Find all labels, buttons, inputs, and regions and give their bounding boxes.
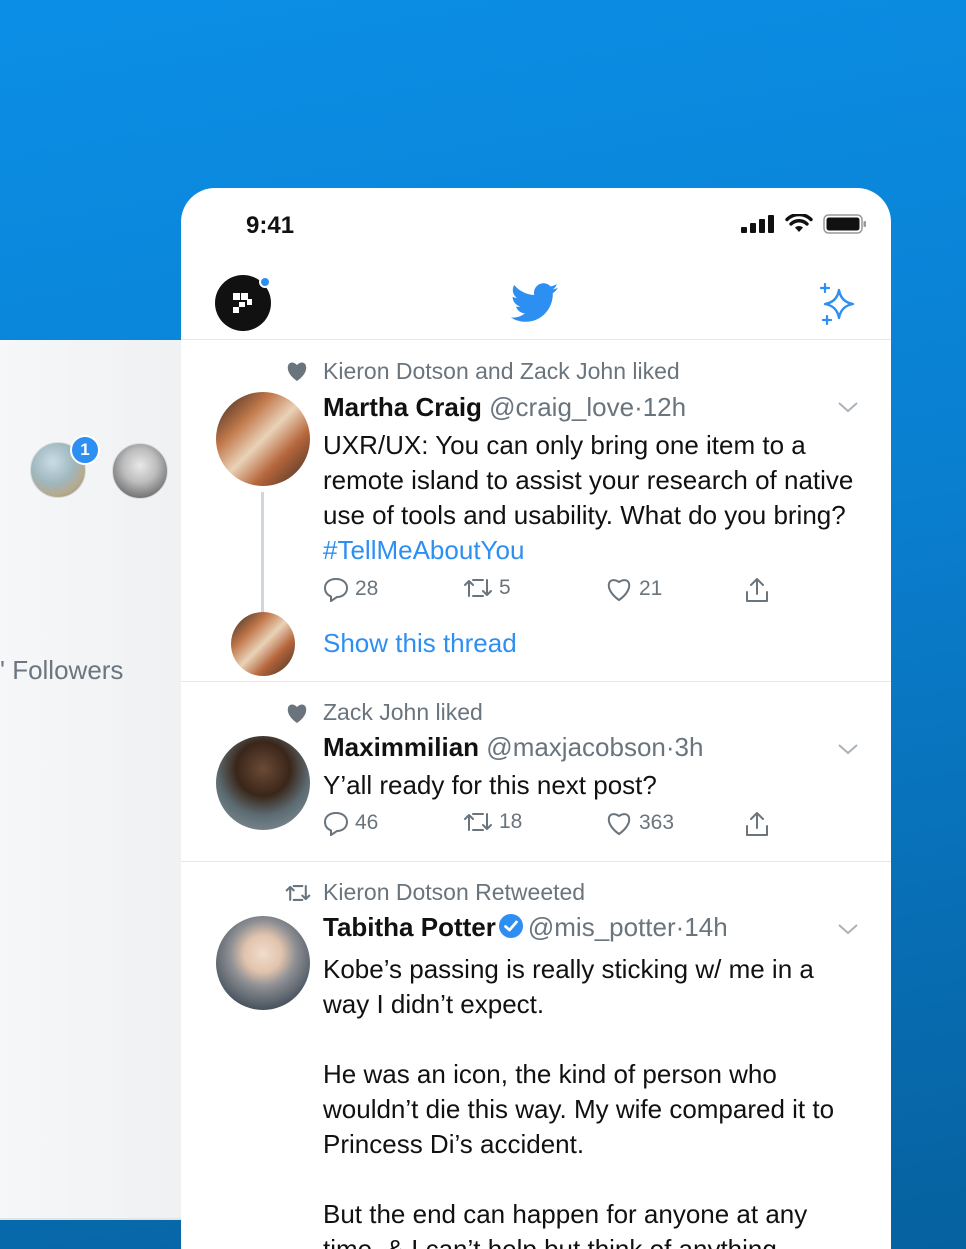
like-button[interactable]: 363: [605, 810, 674, 836]
tweet-time: ·3h: [665, 732, 704, 762]
share-icon: [746, 578, 768, 602]
tweet-paragraph: But the end can happen for anyone at any…: [323, 1199, 808, 1249]
app-header: [181, 268, 891, 340]
avatar[interactable]: [112, 443, 168, 499]
share-icon: [746, 812, 768, 836]
chevron-down-icon[interactable]: [837, 922, 859, 936]
reply-button[interactable]: 28: [323, 576, 378, 602]
reply-button[interactable]: 46: [323, 810, 378, 836]
retweet-count: 18: [499, 810, 523, 833]
tweet-text-content: UXR/UX: You can only bring one item to a…: [323, 430, 854, 530]
retweet-icon: [464, 579, 492, 597]
tweet-paragraph: Kobe’s passing is really sticking w/ me …: [323, 954, 814, 1019]
author-name[interactable]: Maximmilian: [323, 732, 479, 762]
like-count: 21: [639, 577, 663, 600]
heart-outline-icon: [607, 813, 631, 836]
verified-badge-icon: [498, 914, 523, 938]
tweet-actions: 46 18 363: [323, 810, 823, 844]
notification-dot: [259, 276, 271, 288]
tweet[interactable]: Zack John liked Maximmilian @maxjacobson…: [181, 682, 891, 862]
reply-count: 28: [355, 577, 379, 600]
tweet-context: Kieron Dotson Retweeted: [323, 879, 586, 905]
chevron-down-icon[interactable]: [837, 400, 859, 414]
status-icons: [741, 214, 867, 234]
signal-icon: [741, 215, 774, 233]
like-count: 363: [639, 811, 675, 834]
tweet-text: Y’all ready for this next post?: [323, 770, 657, 800]
thread-line: [261, 492, 264, 616]
tweet-actions: 28 5 21: [323, 576, 823, 610]
author-name[interactable]: Martha Craig: [323, 392, 482, 422]
heart-icon: [287, 362, 307, 381]
chevron-down-icon[interactable]: [837, 742, 859, 756]
tweet-paragraph: He was an icon, the kind of person who w…: [323, 1059, 835, 1159]
tweet[interactable]: Kieron Dotson Retweeted Tabitha Potter @m…: [181, 862, 891, 1249]
tweet-header: Martha Craig @craig_love·12h: [323, 392, 686, 423]
tweet-context: Zack John liked: [323, 699, 483, 725]
reply-count: 46: [355, 811, 379, 834]
share-button[interactable]: [743, 576, 771, 604]
tweet-context: Kieron Dotson and Zack John liked: [323, 358, 680, 384]
author-handle[interactable]: @maxjacobson: [486, 732, 666, 762]
tweet-time: ·12h: [634, 392, 687, 422]
battery-icon: [823, 214, 866, 234]
author-handle[interactable]: @mis_potter: [528, 912, 676, 942]
heart-icon: [287, 704, 307, 723]
tweet-header: Maximmilian @maxjacobson·3h: [323, 732, 703, 763]
retweet-icon: [285, 885, 311, 901]
reply-icon: [323, 811, 349, 836]
retweet-count: 5: [499, 576, 511, 599]
author-handle[interactable]: @craig_love: [489, 392, 634, 422]
show-thread-link[interactable]: Show this thread: [323, 628, 517, 659]
status-bar: 9:41: [181, 188, 891, 268]
twitter-bird-icon[interactable]: [511, 282, 559, 324]
share-button[interactable]: [743, 810, 771, 838]
retweet-button[interactable]: 5: [463, 576, 511, 600]
tweet-text: UXR/UX: You can only bring one item to a…: [323, 428, 863, 568]
reply-icon: [323, 577, 349, 602]
wifi-icon: [785, 214, 813, 232]
sparkle-icon[interactable]: [817, 282, 861, 326]
author-name[interactable]: Tabitha Potter: [323, 912, 496, 942]
tweet-time: ·14h: [675, 912, 728, 942]
status-time: 9:41: [246, 212, 295, 239]
avatar[interactable]: [231, 612, 295, 676]
tweet-header: Tabitha Potter @mis_potter·14h: [323, 912, 728, 943]
retweet-icon: [464, 813, 492, 831]
avatar[interactable]: [216, 392, 310, 486]
hashtag-link[interactable]: #TellMeAboutYou: [323, 535, 524, 565]
like-button[interactable]: 21: [605, 576, 662, 602]
heart-outline-icon: [607, 579, 631, 602]
tweet-text: Kobe’s passing is really sticking w/ me …: [323, 952, 863, 1249]
avatar[interactable]: [216, 736, 310, 830]
avatar[interactable]: [216, 916, 310, 1010]
phone-screen: 9:41 Kieron Dotson and Zack John liked M…: [181, 188, 891, 1249]
followers-label[interactable]: ' Followers: [0, 655, 123, 686]
retweet-button[interactable]: 18: [463, 810, 522, 834]
tweet[interactable]: Kieron Dotson and Zack John liked Martha…: [181, 340, 891, 682]
notification-badge: 1: [70, 435, 100, 465]
